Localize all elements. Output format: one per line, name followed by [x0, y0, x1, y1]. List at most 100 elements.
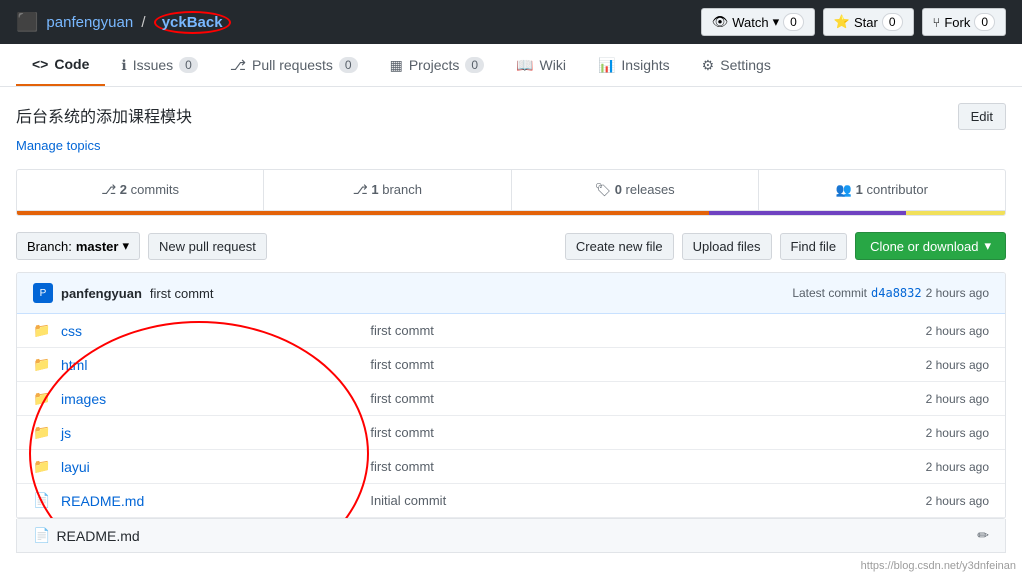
file-time: 2 hours ago	[834, 324, 989, 338]
stats-bar: ⎇ 2 commits ⎇ 1 branch 🏷 0 releases 👥 1 …	[16, 169, 1006, 216]
readme-bar: 📄 README.md ✏	[16, 519, 1006, 553]
fork-icon: ⑂	[933, 15, 941, 30]
tab-wiki[interactable]: 📖 Wiki	[500, 44, 582, 86]
file-commit-msg: first commt	[370, 459, 834, 474]
issues-label: Issues	[133, 57, 173, 73]
commit-hash-link[interactable]: d4a8832	[871, 286, 922, 300]
folder-icon: 📁	[33, 390, 53, 407]
file-row: 📁 layui first commt 2 hours ago	[17, 450, 1005, 484]
commits-count: 2	[120, 182, 127, 197]
progress-red	[17, 211, 709, 215]
tab-insights[interactable]: 📊 Insights	[582, 44, 686, 86]
file-row: 📄 README.md Initial commit 2 hours ago	[17, 484, 1005, 518]
tab-code[interactable]: <> Code	[16, 44, 105, 86]
find-file-button[interactable]: Find file	[780, 233, 848, 260]
stats-row: ⎇ 2 commits ⎇ 1 branch 🏷 0 releases 👥 1 …	[17, 170, 1005, 211]
file-row: 📁 js first commt 2 hours ago	[17, 416, 1005, 450]
branch-label: Branch:	[27, 239, 72, 254]
images-link[interactable]: images	[61, 391, 106, 407]
projects-badge: 0	[465, 57, 484, 73]
file-icon: 📄	[33, 492, 53, 509]
pr-label: Pull requests	[252, 57, 333, 73]
settings-label: Settings	[720, 57, 771, 73]
branch-dropdown-icon: ▾	[122, 238, 129, 254]
readme-icon: 📄	[33, 527, 50, 544]
wiki-label: Wiki	[540, 57, 566, 73]
edit-pencil-icon[interactable]: ✏	[977, 527, 989, 544]
releases-stat[interactable]: 🏷 0 releases	[512, 170, 759, 210]
issues-badge: 0	[179, 57, 198, 73]
file-time: 2 hours ago	[834, 392, 989, 406]
folder-icon: 📁	[33, 424, 53, 441]
code-icon: <>	[32, 56, 48, 72]
branches-count: 1	[371, 182, 378, 197]
repo-description: 后台系统的添加课程模块	[16, 103, 192, 127]
commit-header: P panfengyuan first commt Latest commit …	[17, 273, 1005, 314]
github-logo-icon: ⬛	[16, 12, 38, 33]
tab-issues[interactable]: ℹ Issues 0	[105, 44, 213, 86]
releases-count: 0	[615, 182, 622, 197]
file-commit-msg: first commt	[370, 357, 834, 372]
watch-count: 0	[783, 13, 804, 31]
settings-icon: ⚙	[702, 57, 715, 74]
contributors-stat[interactable]: 👥 1 contributor	[759, 170, 1005, 210]
commits-stat[interactable]: ⎇ 2 commits	[17, 170, 264, 210]
commit-author-info: P panfengyuan first commt	[33, 283, 213, 303]
file-commit-msg: first commt	[370, 391, 834, 406]
folder-icon: 📁	[33, 356, 53, 373]
wiki-icon: 📖	[516, 57, 533, 74]
branches-stat[interactable]: ⎇ 1 branch	[264, 170, 511, 210]
commits-label: commits	[131, 182, 179, 197]
manage-topics-link[interactable]: Manage topics	[16, 138, 1006, 153]
fork-button[interactable]: ⑂ Fork 0	[922, 8, 1007, 36]
tab-pull-requests[interactable]: ⎇ Pull requests 0	[214, 44, 374, 86]
create-new-button[interactable]: Create new file	[565, 233, 674, 260]
branch-selector[interactable]: Branch: master ▾	[16, 232, 140, 260]
watermark: https://blog.csdn.net/y3dnfeinan	[855, 558, 1022, 574]
html-link[interactable]: html	[61, 357, 87, 373]
code-label: Code	[54, 56, 89, 72]
projects-icon: ▦	[390, 57, 403, 74]
new-pr-button[interactable]: New pull request	[148, 233, 267, 260]
branch-name: master	[76, 239, 119, 254]
tab-settings[interactable]: ⚙ Settings	[686, 44, 787, 86]
tab-projects[interactable]: ▦ Projects 0	[374, 44, 501, 86]
eye-icon: 👁	[712, 14, 729, 30]
insights-label: Insights	[621, 57, 669, 73]
repo-path: panfengyuan / yckBack	[46, 14, 230, 31]
contributors-label: contributor	[867, 182, 928, 197]
repo-name-link[interactable]: yckBack	[154, 11, 231, 34]
layui-link[interactable]: layui	[61, 459, 90, 475]
fork-count: 0	[974, 13, 995, 31]
issues-icon: ℹ	[121, 57, 126, 74]
clone-download-button[interactable]: Clone or download ▾	[855, 232, 1006, 260]
clone-dropdown-icon: ▾	[984, 238, 991, 254]
watch-button[interactable]: 👁 Watch ▾ 0	[701, 8, 815, 36]
commit-author-link[interactable]: panfengyuan	[61, 286, 142, 301]
upload-files-button[interactable]: Upload files	[682, 233, 772, 260]
file-name: README.md	[61, 493, 370, 509]
projects-label: Projects	[409, 57, 460, 73]
releases-icon: 🏷	[595, 182, 615, 197]
insights-icon: 📊	[598, 57, 615, 74]
branches-label: branch	[382, 182, 422, 197]
file-commit-msg: first commt	[370, 425, 834, 440]
file-name: html	[61, 357, 370, 373]
watch-dropdown-icon: ▾	[773, 14, 780, 30]
branches-icon: ⎇	[353, 182, 372, 197]
star-label: Star	[854, 15, 878, 30]
header-actions: 👁 Watch ▾ 0 ⭐ Star 0 ⑂ Fork 0	[701, 8, 1006, 36]
edit-button[interactable]: Edit	[958, 103, 1006, 130]
file-row: 📁 images first commt 2 hours ago	[17, 382, 1005, 416]
star-count: 0	[882, 13, 903, 31]
watch-label: Watch	[732, 15, 768, 30]
star-button[interactable]: ⭐ Star 0	[823, 8, 914, 36]
css-link[interactable]: css	[61, 323, 82, 339]
readme-link[interactable]: README.md	[61, 493, 144, 509]
contributors-icon: 👥	[836, 182, 856, 197]
username-link[interactable]: panfengyuan	[46, 14, 133, 31]
file-time: 2 hours ago	[834, 358, 989, 372]
releases-label: releases	[626, 182, 675, 197]
js-link[interactable]: js	[61, 425, 71, 441]
folder-icon: 📁	[33, 458, 53, 475]
